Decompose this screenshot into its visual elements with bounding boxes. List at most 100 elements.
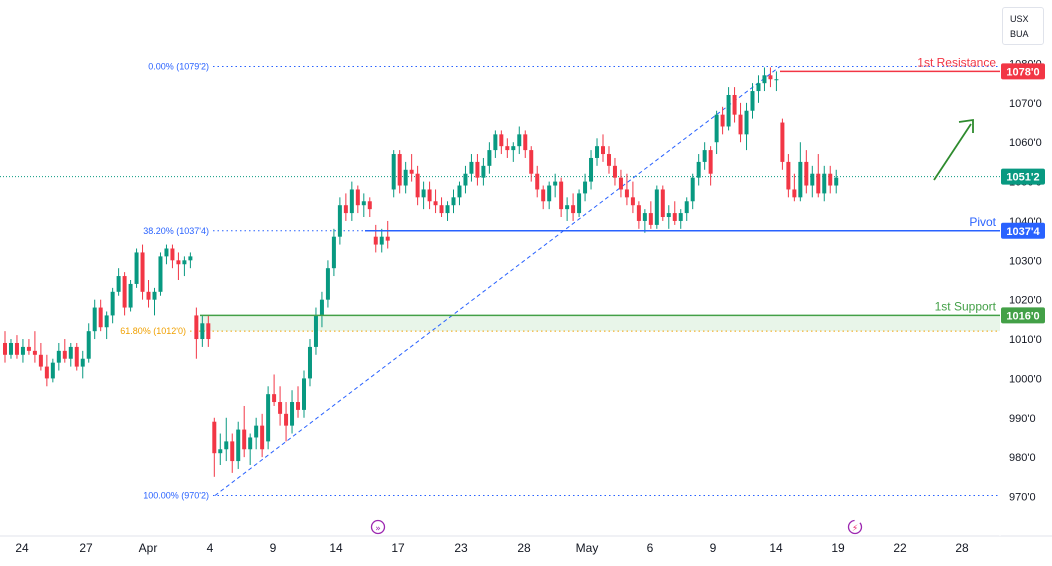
candle-body	[373, 236, 378, 245]
candle-body	[158, 256, 163, 292]
candle-body	[146, 291, 151, 300]
candle-body	[278, 402, 283, 414]
candle-body	[774, 79, 779, 81]
candle-body	[511, 146, 516, 151]
candle-body	[134, 252, 139, 284]
candle-body	[433, 201, 438, 206]
candle-body	[206, 323, 211, 340]
candle-body	[140, 252, 145, 292]
candle-body	[296, 402, 301, 410]
x-tick-label: Apr	[139, 541, 158, 555]
candle-body	[62, 350, 67, 359]
candle-body	[38, 354, 43, 367]
candle-body	[792, 189, 797, 198]
candle-body	[451, 197, 456, 206]
candle-body	[152, 291, 157, 300]
candle-body	[68, 346, 73, 359]
currency-line-1: USX	[1010, 14, 1029, 24]
level-price-tag-text: 1037'4	[1006, 226, 1040, 238]
lightning-icon: ⚡	[852, 524, 858, 534]
candle-body	[529, 150, 534, 174]
candle-body	[122, 276, 127, 308]
x-tick-label: 9	[270, 541, 277, 555]
candle-body	[463, 173, 468, 186]
candle-body	[385, 236, 390, 241]
currency-selector[interactable]: USX BUA	[1002, 7, 1044, 45]
candle-body	[535, 173, 540, 190]
fib-level-label: 0.00% (1079'2)	[148, 61, 209, 71]
level-label: 1st Resistance	[917, 55, 996, 69]
level-label: Pivot	[969, 215, 996, 229]
candle-body	[44, 366, 49, 379]
level-price-tag-text: 1078'0	[1006, 66, 1039, 78]
candle-body	[553, 181, 558, 186]
candle-body	[589, 157, 594, 182]
candle-body	[475, 161, 480, 178]
candle-body	[80, 358, 85, 367]
candle-body	[768, 75, 773, 80]
candle-body	[128, 283, 133, 308]
candle-body	[720, 114, 725, 127]
x-tick-label: 22	[893, 541, 907, 555]
candle-body	[708, 150, 713, 174]
candle-body	[427, 189, 432, 202]
candle-body	[624, 189, 629, 198]
y-tick-label: 990'0	[1009, 413, 1036, 425]
y-tick-label: 980'0	[1009, 452, 1036, 464]
candle-body	[601, 146, 605, 155]
candle-body	[828, 173, 833, 186]
candle-body	[762, 75, 767, 84]
x-tick-label: 24	[15, 541, 29, 555]
x-tick-label: 14	[329, 541, 343, 555]
candle-body	[457, 185, 462, 198]
candle-body	[642, 213, 647, 221]
candle-body	[355, 189, 360, 206]
arrow-up-right-icon	[933, 123, 972, 181]
candle-body	[696, 161, 701, 178]
candle-body	[361, 201, 366, 206]
candle-body	[571, 205, 576, 214]
candle-body	[331, 236, 336, 269]
candle-body	[690, 177, 695, 202]
candle-body	[517, 134, 522, 147]
candle-body	[182, 260, 187, 265]
x-tick-label: 28	[955, 541, 969, 555]
x-tick-label: 17	[391, 541, 405, 555]
candle-body	[349, 189, 354, 214]
candle-body	[302, 378, 306, 410]
candle-body	[319, 299, 324, 316]
y-tick-label: 1010'0	[1009, 334, 1042, 346]
candle-body	[218, 449, 223, 454]
candle-body	[547, 185, 552, 202]
candle-body	[290, 402, 295, 426]
candle-body	[672, 213, 677, 221]
candle-body	[194, 315, 199, 340]
candle-body	[648, 213, 653, 225]
x-tick-label: 19	[831, 541, 845, 555]
candle-body	[804, 161, 809, 186]
candle-body	[834, 177, 839, 186]
candle-body	[798, 161, 803, 198]
candle-body	[164, 248, 169, 257]
candle-body	[391, 154, 396, 190]
candle-body	[684, 201, 689, 214]
candle-body	[654, 189, 659, 225]
candle-body	[822, 173, 827, 194]
x-tick-label: 4	[207, 541, 214, 555]
candle-body	[810, 173, 815, 186]
candle-body	[337, 205, 342, 237]
last-price-tag-text: 1051'2	[1006, 172, 1039, 184]
candle-body	[230, 441, 235, 462]
candle-body	[116, 276, 121, 292]
candle-body	[242, 429, 247, 450]
y-tick-label: 1030'0	[1009, 255, 1042, 267]
candle-body	[750, 91, 755, 111]
candle-body	[74, 346, 79, 367]
price-chart[interactable]: 970'0 980'0 990'0 1000'0 1010'0 1020'0 1030'0 1…	[0, 0, 1052, 566]
candle-body	[248, 437, 253, 450]
candle-body	[577, 193, 582, 214]
fib-level-label: 61.80% (1012'0)	[120, 326, 186, 336]
candle-body	[439, 205, 444, 214]
candle-body	[3, 342, 7, 355]
candle-body	[606, 154, 611, 166]
